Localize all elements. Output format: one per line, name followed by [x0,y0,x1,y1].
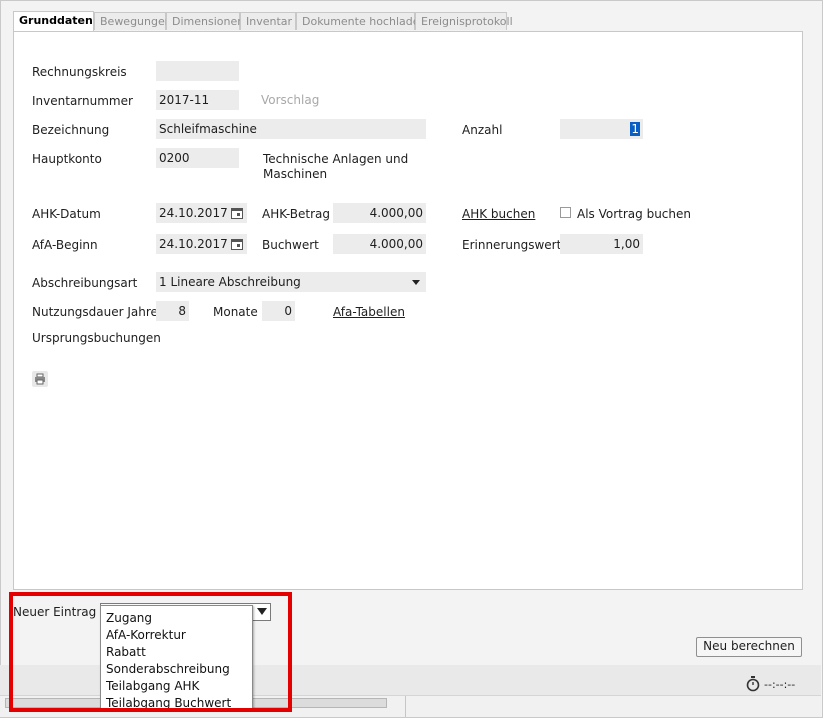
erinnerungswert-label: Erinnerungswert [462,238,562,252]
rechnungskreis-field[interactable] [156,61,239,81]
stopwatch-icon [746,676,760,692]
ursprungsbuchungen-label: Ursprungsbuchungen [32,331,161,345]
nutzungsdauer-label: Nutzungsdauer Jahre [32,305,158,319]
als-vortrag-checkbox[interactable] [560,207,571,218]
monate-label: Monate [213,305,258,319]
afa-beginn-label: AfA-Beginn [32,238,98,252]
hauptkonto-description-line2: Maschinen [263,167,328,181]
abschreibungsart-value: 1 Lineare Abschreibung [159,275,301,289]
ahk-datum-value: 24.10.2017 [159,206,228,220]
hauptkonto-label: Hauptkonto [32,152,102,166]
als-vortrag-label: Als Vortrag buchen [577,207,691,221]
divider [405,696,406,717]
bezeichnung-label: Bezeichnung [32,123,110,137]
hauptkonto-field[interactable]: 0200 [156,148,239,168]
anzahl-value: 1 [630,122,640,136]
tab-grunddaten[interactable]: Grunddaten [13,11,94,31]
abschreibungsart-label: Abschreibungsart [32,276,138,290]
neu-berechnen-button[interactable]: Neu berechnen [696,637,802,657]
tab-inventar[interactable]: Inventar [240,12,296,30]
monate-field[interactable]: 0 [262,301,295,321]
print-button[interactable] [32,371,48,387]
buchwert-field[interactable]: 4.000,00 [333,234,426,254]
hauptkonto-description-line1: Technische Anlagen und [263,152,409,166]
anzahl-field[interactable]: 1 [560,119,643,139]
ahk-buchen-link[interactable]: AHK buchen [462,207,535,221]
anzahl-label: Anzahl [462,123,503,137]
timer-text: --:--:-- [764,678,796,691]
grunddaten-panel: Rechnungskreis Inventarnummer 2017-11 Vo… [13,31,803,590]
ahk-betrag-field[interactable]: 4.000,00 [333,203,426,223]
buchwert-label: Buchwert [262,238,319,252]
afa-tabellen-link[interactable]: Afa-Tabellen [333,305,405,319]
calendar-icon[interactable] [231,239,243,250]
tab-ereignisprotokoll[interactable]: Ereignisprotokoll [415,12,513,30]
vorschlag-hint[interactable]: Vorschlag [261,93,319,107]
chevron-down-icon[interactable] [412,280,420,285]
afa-beginn-value: 24.10.2017 [159,237,228,251]
nutzungsdauer-field[interactable]: 8 [156,301,189,321]
abschreibungsart-select[interactable]: 1 Lineare Abschreibung [156,272,426,292]
print-icon [35,373,45,385]
ahk-datum-label: AHK-Datum [32,207,101,221]
inventarnummer-field[interactable]: 2017-11 [156,90,239,110]
inventarnummer-label: Inventarnummer [32,94,133,108]
bezeichnung-field[interactable]: Schleifmaschine [156,119,426,139]
tab-dokumente-hochladen[interactable]: Dokumente hochladen [296,12,426,30]
erinnerungswert-field[interactable]: 1,00 [560,234,643,254]
ahk-betrag-label: AHK-Betrag [262,207,330,221]
tab-bewegungen[interactable]: Bewegungen [94,12,172,30]
rechnungskreis-label: Rechnungskreis [32,65,127,79]
calendar-icon[interactable] [231,208,243,219]
highlight-annotation [9,592,292,712]
tab-dimensionen[interactable]: Dimensionen [166,12,244,30]
